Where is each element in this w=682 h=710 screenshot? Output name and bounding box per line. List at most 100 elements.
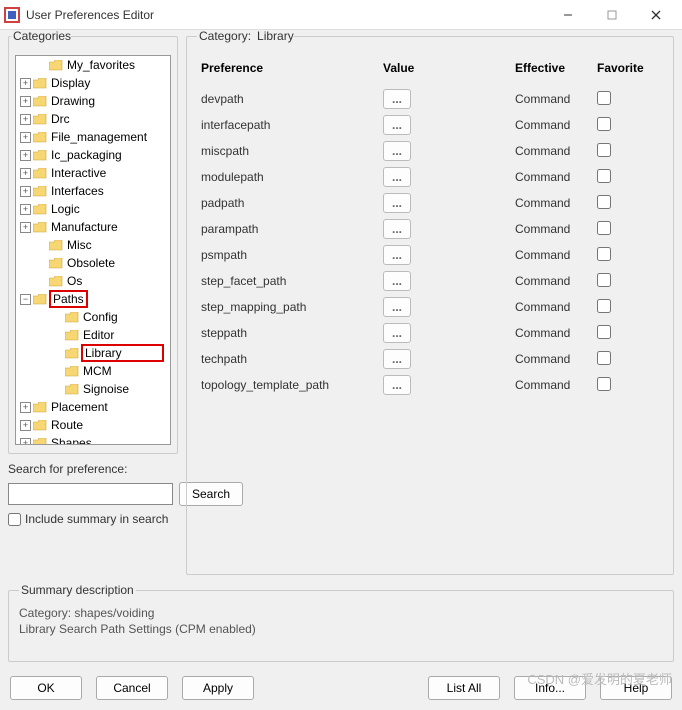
- tree-item[interactable]: Misc: [16, 236, 170, 254]
- expand-toggle[interactable]: +: [20, 420, 31, 431]
- pref-name: miscpath: [201, 144, 249, 158]
- value-button[interactable]: ...: [383, 89, 411, 109]
- value-button[interactable]: ...: [383, 245, 411, 265]
- cancel-button[interactable]: Cancel: [96, 676, 168, 700]
- favorite-checkbox[interactable]: [597, 377, 611, 391]
- value-button[interactable]: ...: [383, 193, 411, 213]
- expand-toggle[interactable]: +: [20, 204, 31, 215]
- value-button[interactable]: ...: [383, 115, 411, 135]
- expand-toggle[interactable]: −: [20, 294, 31, 305]
- summary-group: Summary description Category: shapes/voi…: [8, 583, 674, 662]
- expand-toggle[interactable]: +: [20, 438, 31, 446]
- expand-toggle[interactable]: +: [20, 222, 31, 233]
- minimize-button[interactable]: [546, 0, 590, 30]
- tree-item[interactable]: Library: [16, 344, 170, 362]
- include-summary-checkbox[interactable]: [8, 513, 21, 526]
- favorite-checkbox[interactable]: [597, 169, 611, 183]
- expand-spacer: [52, 384, 63, 395]
- tree-item[interactable]: Editor: [16, 326, 170, 344]
- col-effective: Effective: [513, 55, 593, 85]
- search-input[interactable]: [8, 483, 173, 505]
- favorite-checkbox[interactable]: [597, 195, 611, 209]
- tree-item[interactable]: +File_management: [16, 128, 170, 146]
- app-icon: [4, 7, 20, 23]
- tree-item[interactable]: − Paths: [16, 290, 170, 308]
- tree-item-label: Misc: [67, 238, 92, 252]
- favorite-checkbox[interactable]: [597, 247, 611, 261]
- value-button[interactable]: ...: [383, 323, 411, 343]
- tree-item[interactable]: +Shapes: [16, 434, 170, 445]
- expand-toggle[interactable]: +: [20, 150, 31, 161]
- tree-item-label: Interfaces: [51, 184, 104, 198]
- tree-item-label: Manufacture: [51, 220, 118, 234]
- tree-item[interactable]: Config: [16, 308, 170, 326]
- favorite-checkbox[interactable]: [597, 351, 611, 365]
- value-button[interactable]: ...: [383, 349, 411, 369]
- tree-item[interactable]: Os: [16, 272, 170, 290]
- apply-button[interactable]: Apply: [182, 676, 254, 700]
- expand-toggle[interactable]: +: [20, 168, 31, 179]
- tree-item[interactable]: +Route: [16, 416, 170, 434]
- close-button[interactable]: [634, 0, 678, 30]
- value-button[interactable]: ...: [383, 167, 411, 187]
- tree-item[interactable]: +Ic_packaging: [16, 146, 170, 164]
- favorite-checkbox[interactable]: [597, 273, 611, 287]
- tree-item[interactable]: + Interfaces: [16, 182, 170, 200]
- expand-toggle[interactable]: +: [20, 402, 31, 413]
- pref-name: step_facet_path: [201, 274, 286, 288]
- value-button[interactable]: ...: [383, 219, 411, 239]
- tree-item[interactable]: MCM: [16, 362, 170, 380]
- tree-item[interactable]: +Drc: [16, 110, 170, 128]
- ok-button[interactable]: OK: [10, 676, 82, 700]
- favorite-checkbox[interactable]: [597, 299, 611, 313]
- expand-toggle[interactable]: +: [20, 114, 31, 125]
- pref-effective: Command: [513, 321, 593, 345]
- expand-toggle[interactable]: +: [20, 132, 31, 143]
- expand-toggle[interactable]: +: [20, 78, 31, 89]
- value-button[interactable]: ...: [383, 375, 411, 395]
- tree-item[interactable]: Signoise: [16, 380, 170, 398]
- tree-item-label: My_favorites: [67, 58, 135, 72]
- expand-toggle[interactable]: +: [20, 186, 31, 197]
- expand-spacer: [36, 276, 47, 287]
- pref-effective: Command: [513, 347, 593, 371]
- help-button[interactable]: Help: [600, 676, 672, 700]
- pref-row: step_facet_path...Command: [199, 269, 661, 293]
- tree-item[interactable]: +Drawing: [16, 92, 170, 110]
- tree-item-label: Config: [83, 310, 118, 324]
- tree-item[interactable]: + Interactive: [16, 164, 170, 182]
- expand-spacer: [36, 60, 47, 71]
- pref-row: parampath...Command: [199, 217, 661, 241]
- pref-name: techpath: [201, 352, 247, 366]
- favorite-checkbox[interactable]: [597, 325, 611, 339]
- pref-row: step_mapping_path...Command: [199, 295, 661, 319]
- info-button[interactable]: Info...: [514, 676, 586, 700]
- tree-item-label: Interactive: [51, 166, 106, 180]
- tree-item[interactable]: +Logic: [16, 200, 170, 218]
- tree-item[interactable]: My_favorites: [16, 56, 170, 74]
- tree-item[interactable]: + Manufacture: [16, 218, 170, 236]
- favorite-checkbox[interactable]: [597, 221, 611, 235]
- expand-toggle[interactable]: +: [20, 96, 31, 107]
- include-summary-row[interactable]: Include summary in search: [8, 512, 178, 526]
- listall-button[interactable]: List All: [428, 676, 500, 700]
- pref-row: psmpath...Command: [199, 243, 661, 267]
- pref-row: miscpath...Command: [199, 139, 661, 163]
- category-tree[interactable]: My_favorites +Display+Drawing+Drc+File_ma…: [15, 55, 171, 445]
- value-button[interactable]: ...: [383, 271, 411, 291]
- tree-item-label: Signoise: [83, 382, 129, 396]
- maximize-button[interactable]: [590, 0, 634, 30]
- tree-item[interactable]: +Display: [16, 74, 170, 92]
- value-button[interactable]: ...: [383, 297, 411, 317]
- tree-item-label: Paths: [49, 290, 88, 308]
- value-button[interactable]: ...: [383, 141, 411, 161]
- tree-item[interactable]: +Placement: [16, 398, 170, 416]
- favorite-checkbox[interactable]: [597, 91, 611, 105]
- title-bar: User Preferences Editor: [0, 0, 682, 30]
- favorite-checkbox[interactable]: [597, 143, 611, 157]
- pref-name: padpath: [201, 196, 244, 210]
- include-summary-label: Include summary in search: [25, 512, 168, 526]
- pref-name: topology_template_path: [201, 378, 329, 392]
- tree-item[interactable]: Obsolete: [16, 254, 170, 272]
- favorite-checkbox[interactable]: [597, 117, 611, 131]
